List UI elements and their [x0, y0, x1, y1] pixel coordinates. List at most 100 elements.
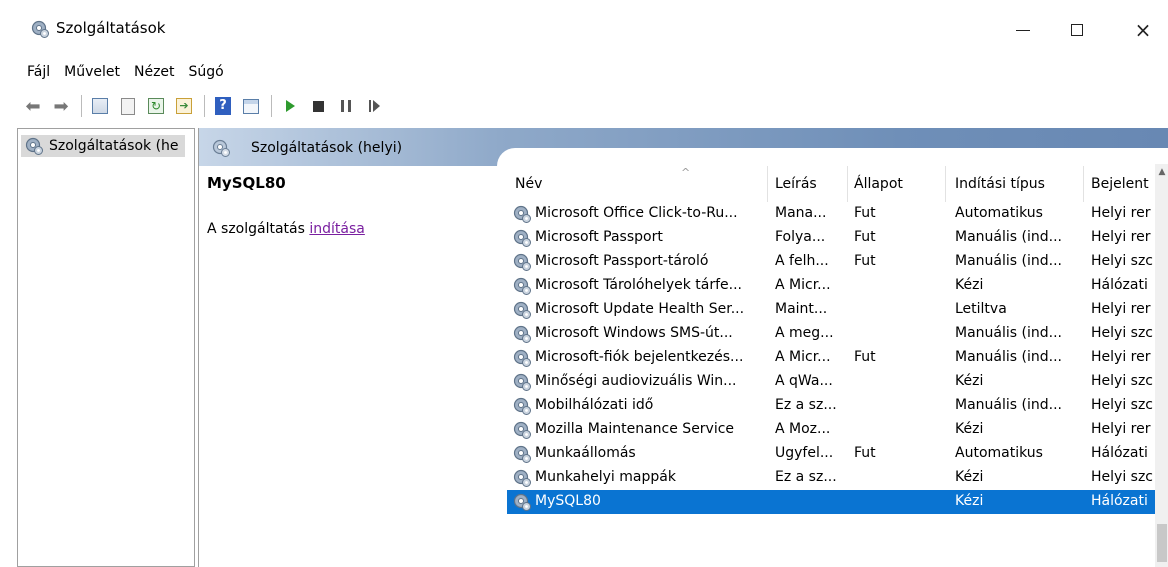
service-status: Fut — [854, 349, 876, 365]
vertical-scrollbar[interactable]: ▲ — [1155, 164, 1168, 567]
service-name: Mozilla Maintenance Service — [535, 421, 735, 437]
service-row[interactable]: Mobilhálózati idő Ez a sz... Manuális (ind… — [507, 394, 1155, 418]
column-separator[interactable] — [767, 166, 768, 202]
service-row[interactable]: Microsoft Tárolóhelyek tárfe... A Micr...… — [507, 274, 1155, 298]
service-row[interactable]: Minőségi audiovizuális Win... A qWa... Kéz… — [507, 370, 1155, 394]
services-gear-icon — [211, 138, 231, 158]
service-log-on-as: Helyi rer — [1091, 301, 1151, 317]
column-separator[interactable] — [847, 166, 848, 202]
scroll-up-icon[interactable]: ▲ — [1155, 164, 1168, 180]
service-description: A qWa... — [775, 373, 833, 389]
service-description: Folya... — [775, 229, 826, 245]
service-log-on-as: Hálózati — [1091, 277, 1148, 293]
show-action-pane-button[interactable] — [240, 95, 262, 117]
service-status: Fut — [854, 445, 876, 461]
service-gear-icon — [512, 276, 532, 296]
start-service-button[interactable] — [279, 95, 301, 117]
tree-item-services-local[interactable]: Szolgáltatások (he — [21, 135, 185, 157]
service-gear-icon — [512, 372, 532, 392]
scroll-thumb[interactable] — [1157, 524, 1167, 562]
service-description: Ügyfel... — [775, 445, 834, 461]
close-icon: × — [1134, 18, 1152, 42]
service-row[interactable]: Microsoft Passport Folya... Fut Manuális (i… — [507, 226, 1155, 250]
menu-view[interactable]: Nézet — [134, 64, 175, 80]
maximize-button[interactable] — [1054, 10, 1100, 50]
maximize-icon — [1071, 24, 1083, 36]
service-name: MySQL80 — [535, 493, 601, 509]
minimize-button[interactable] — [1000, 10, 1046, 50]
service-row[interactable]: Microsoft Windows SMS-út... A meg... Manuá… — [507, 322, 1155, 346]
service-gear-icon — [512, 420, 532, 440]
service-startup-type: Automatikus — [955, 205, 1043, 221]
menu-bar: Fájl Művelet Nézet Súgó — [0, 58, 1168, 86]
service-gear-icon — [512, 348, 532, 368]
service-row[interactable]: MySQL80 Kézi Hálózati — [507, 490, 1155, 514]
toolbar: ⬅ ➡ ↻ ➔ ? — [0, 86, 1168, 126]
menu-file[interactable]: Fájl — [27, 64, 50, 80]
service-startup-type: Kézi — [955, 373, 984, 389]
service-status: Fut — [854, 205, 876, 221]
service-description: A meg... — [775, 325, 834, 341]
service-description: A Micr... — [775, 277, 831, 293]
column-header-name[interactable]: Név — [515, 176, 542, 192]
refresh-button[interactable]: ↻ — [145, 95, 167, 117]
service-row[interactable]: Munkaállomás Ügyfel... Fut Automatikus Hálóz… — [507, 442, 1155, 466]
column-header-log-on-as[interactable]: Bejelent — [1091, 176, 1149, 192]
list-header: ^ Név Leírás Állapot Indítási típus Beje… — [507, 166, 1168, 202]
menu-action[interactable]: Művelet — [64, 64, 120, 80]
service-log-on-as: Helyi szc — [1091, 397, 1153, 413]
forward-button[interactable]: ➡ — [50, 95, 72, 117]
service-row[interactable]: Munkahelyi mappák Ez a sz... Kézi Helyi szc — [507, 466, 1155, 490]
selected-service-name: MySQL80 — [207, 174, 286, 192]
service-row[interactable]: Mozilla Maintenance Service A Moz... Kézi H… — [507, 418, 1155, 442]
service-startup-type: Kézi — [955, 493, 984, 509]
services-pane: Szolgáltatások (helyi) MySQL80 A szolgál… — [198, 128, 1168, 567]
back-button[interactable]: ⬅ — [22, 95, 44, 117]
show-console-tree-icon — [92, 98, 108, 114]
minimize-icon — [1016, 29, 1030, 31]
tree-item-label: Szolgáltatások (he — [49, 138, 179, 154]
column-header-status[interactable]: Állapot — [854, 176, 903, 192]
service-gear-icon — [512, 252, 532, 272]
service-name: Microsoft Tárolóhelyek tárfe... — [535, 277, 742, 293]
service-row[interactable]: Microsoft-fiók bejelentkezés... A Micr...… — [507, 346, 1155, 370]
properties-button[interactable] — [117, 95, 139, 117]
toolbar-separator — [81, 95, 82, 117]
window-title: Szolgáltatások — [56, 19, 166, 37]
resume-service-icon — [368, 100, 380, 112]
service-gear-icon — [512, 228, 532, 248]
service-gear-icon — [512, 300, 532, 320]
service-startup-type: Manuális (ind... — [955, 349, 1062, 365]
service-description: A felh... — [775, 253, 829, 269]
export-list-icon: ➔ — [176, 98, 192, 114]
sort-caret-icon: ^ — [681, 166, 691, 179]
service-description: A Micr... — [775, 349, 831, 365]
column-separator[interactable] — [1083, 166, 1084, 202]
close-button[interactable]: × — [1120, 10, 1166, 50]
service-startup-type: Manuális (ind... — [955, 229, 1062, 245]
service-gear-icon — [512, 468, 532, 488]
service-name: Microsoft-fiók bejelentkezés... — [535, 349, 744, 365]
service-name: Microsoft Passport-tároló — [535, 253, 709, 269]
stop-service-icon — [312, 100, 324, 112]
services-window: Szolgáltatások × Fájl Művelet Nézet Súgó… — [0, 0, 1168, 567]
service-startup-type: Automatikus — [955, 445, 1043, 461]
forward-icon: ➡ — [53, 95, 69, 117]
service-gear-icon — [512, 396, 532, 416]
service-row[interactable]: Microsoft Office Click-to-Ru... Mana... Fu… — [507, 202, 1155, 226]
start-service-link[interactable]: indítása — [309, 221, 364, 237]
service-row[interactable]: Microsoft Passport-tároló A felh... Fut Man… — [507, 250, 1155, 274]
pause-service-button[interactable] — [335, 95, 357, 117]
service-row[interactable]: Microsoft Update Health Ser... Maint... Le… — [507, 298, 1155, 322]
column-separator[interactable] — [945, 166, 946, 202]
service-log-on-as: Helyi rer — [1091, 349, 1151, 365]
export-list-button[interactable]: ➔ — [173, 95, 195, 117]
column-header-description[interactable]: Leírás — [775, 176, 817, 192]
stop-service-button[interactable] — [307, 95, 329, 117]
column-header-startup-type[interactable]: Indítási típus — [955, 176, 1045, 192]
service-name: Munkaállomás — [535, 445, 636, 461]
help-button[interactable]: ? — [212, 95, 234, 117]
resume-service-button[interactable] — [363, 95, 385, 117]
menu-help[interactable]: Súgó — [189, 64, 224, 80]
show-console-tree-button[interactable] — [89, 95, 111, 117]
